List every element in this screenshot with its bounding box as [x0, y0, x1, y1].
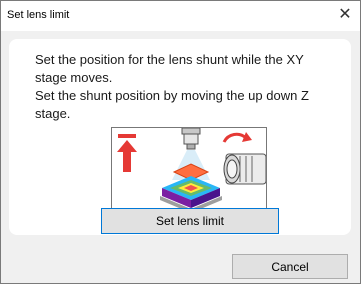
objective-lens-icon: [181, 128, 201, 150]
rotate-knob-icon: [222, 132, 266, 185]
set-lens-limit-button[interactable]: Set lens limit: [101, 208, 279, 234]
lens-limit-illustration: [111, 127, 267, 215]
instruction-line-2: Set the shunt position by moving the up …: [35, 88, 309, 121]
window-title: Set lens limit: [7, 9, 70, 21]
instruction-text: Set the position for the lens shunt whil…: [35, 51, 335, 123]
up-arrow-icon: [117, 134, 137, 172]
content-panel: Set the position for the lens shunt whil…: [9, 39, 351, 235]
illustration-svg: [117, 128, 266, 213]
title-bar: Set lens limit ✕: [1, 1, 360, 31]
close-icon[interactable]: ✕: [332, 3, 358, 25]
instruction-line-1: Set the position for the lens shunt whil…: [35, 52, 304, 85]
cancel-button[interactable]: Cancel: [232, 254, 348, 279]
dialog-window: Set lens limit ✕ Set the position for th…: [0, 0, 361, 284]
